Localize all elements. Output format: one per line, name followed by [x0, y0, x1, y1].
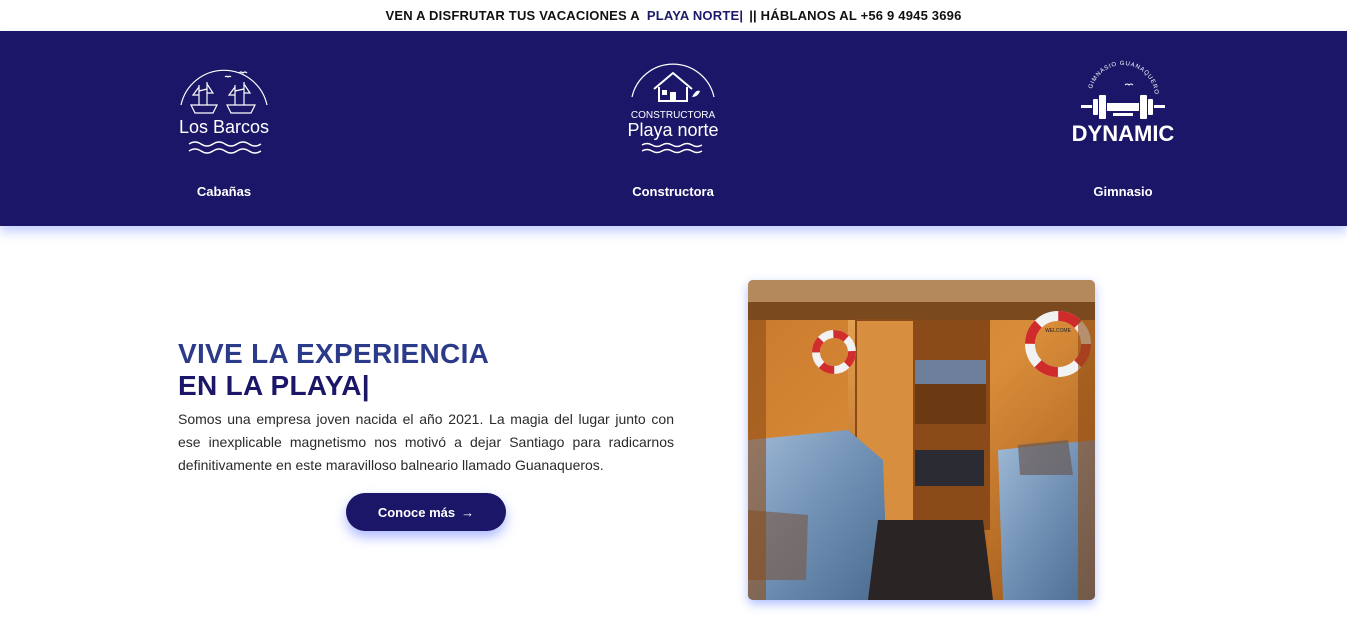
brand-logo-text: DYNAMIC: [1072, 121, 1175, 146]
brand-link-gimnasio[interactable]: GIMNASIO GUANAQUEROS DYNAMIC Gimnasio: [1013, 31, 1233, 226]
brand-logo-text: Los Barcos: [179, 117, 269, 137]
learn-more-button[interactable]: Conoce más →: [346, 493, 506, 531]
hero-text-block: VIVE LA EXPERIENCIA EN LA PLAYA| Somos u…: [178, 338, 674, 477]
svg-text:GIMNASIO GUANAQUEROS: GIMNASIO GUANAQUEROS: [1063, 57, 1159, 95]
announcement-highlight: PLAYA NORTE|: [646, 8, 744, 23]
brand-link-constructora[interactable]: CONSTRUCTORA Playa norte Constructora: [563, 31, 783, 226]
hero-description: Somos una empresa joven nacida el año 20…: [178, 411, 674, 473]
brand-logo-text: Playa norte: [627, 120, 718, 140]
hero-title-line-1: VIVE LA EXPERIENCIA: [178, 338, 490, 369]
cabin-photo: WELCOME: [748, 280, 1095, 600]
photo-plate-text: WELCOME: [1045, 328, 1072, 334]
brand-logo-arc: GIMNASIO GUANAQUEROS: [1063, 57, 1158, 95]
dumbbell-icon: GIMNASIO GUANAQUEROS DYNAMIC: [1063, 57, 1175, 146]
brand-link-cabanas[interactable]: Los Barcos Cabañas: [114, 31, 334, 226]
announcement-prefix: VEN A DISFRUTAR TUS VACACIONES A: [385, 8, 640, 23]
brand-navigation: Los Barcos Cabañas CONSTRUCTORA Playa no…: [0, 31, 1347, 226]
brand-caption: Constructora: [632, 184, 714, 199]
learn-more-label: Conoce más: [377, 504, 456, 520]
arrow-right-icon: →: [461, 504, 475, 520]
announcement-phone: || HÁBLANOS AL +56 9 4945 3696: [749, 8, 962, 23]
brand-caption: Gimnasio: [1093, 184, 1153, 199]
brand-caption: Cabañas: [196, 184, 252, 199]
ships-icon: Los Barcos: [179, 69, 269, 154]
hero-title-line-2: EN LA PLAYA|: [178, 370, 370, 401]
boat-cabin-image: WELCOME: [748, 280, 1095, 600]
house-icon: CONSTRUCTORA Playa norte: [627, 63, 719, 154]
announcement-bar: VEN A DISFRUTAR TUS VACACIONES A PLAYA N…: [0, 0, 1347, 31]
